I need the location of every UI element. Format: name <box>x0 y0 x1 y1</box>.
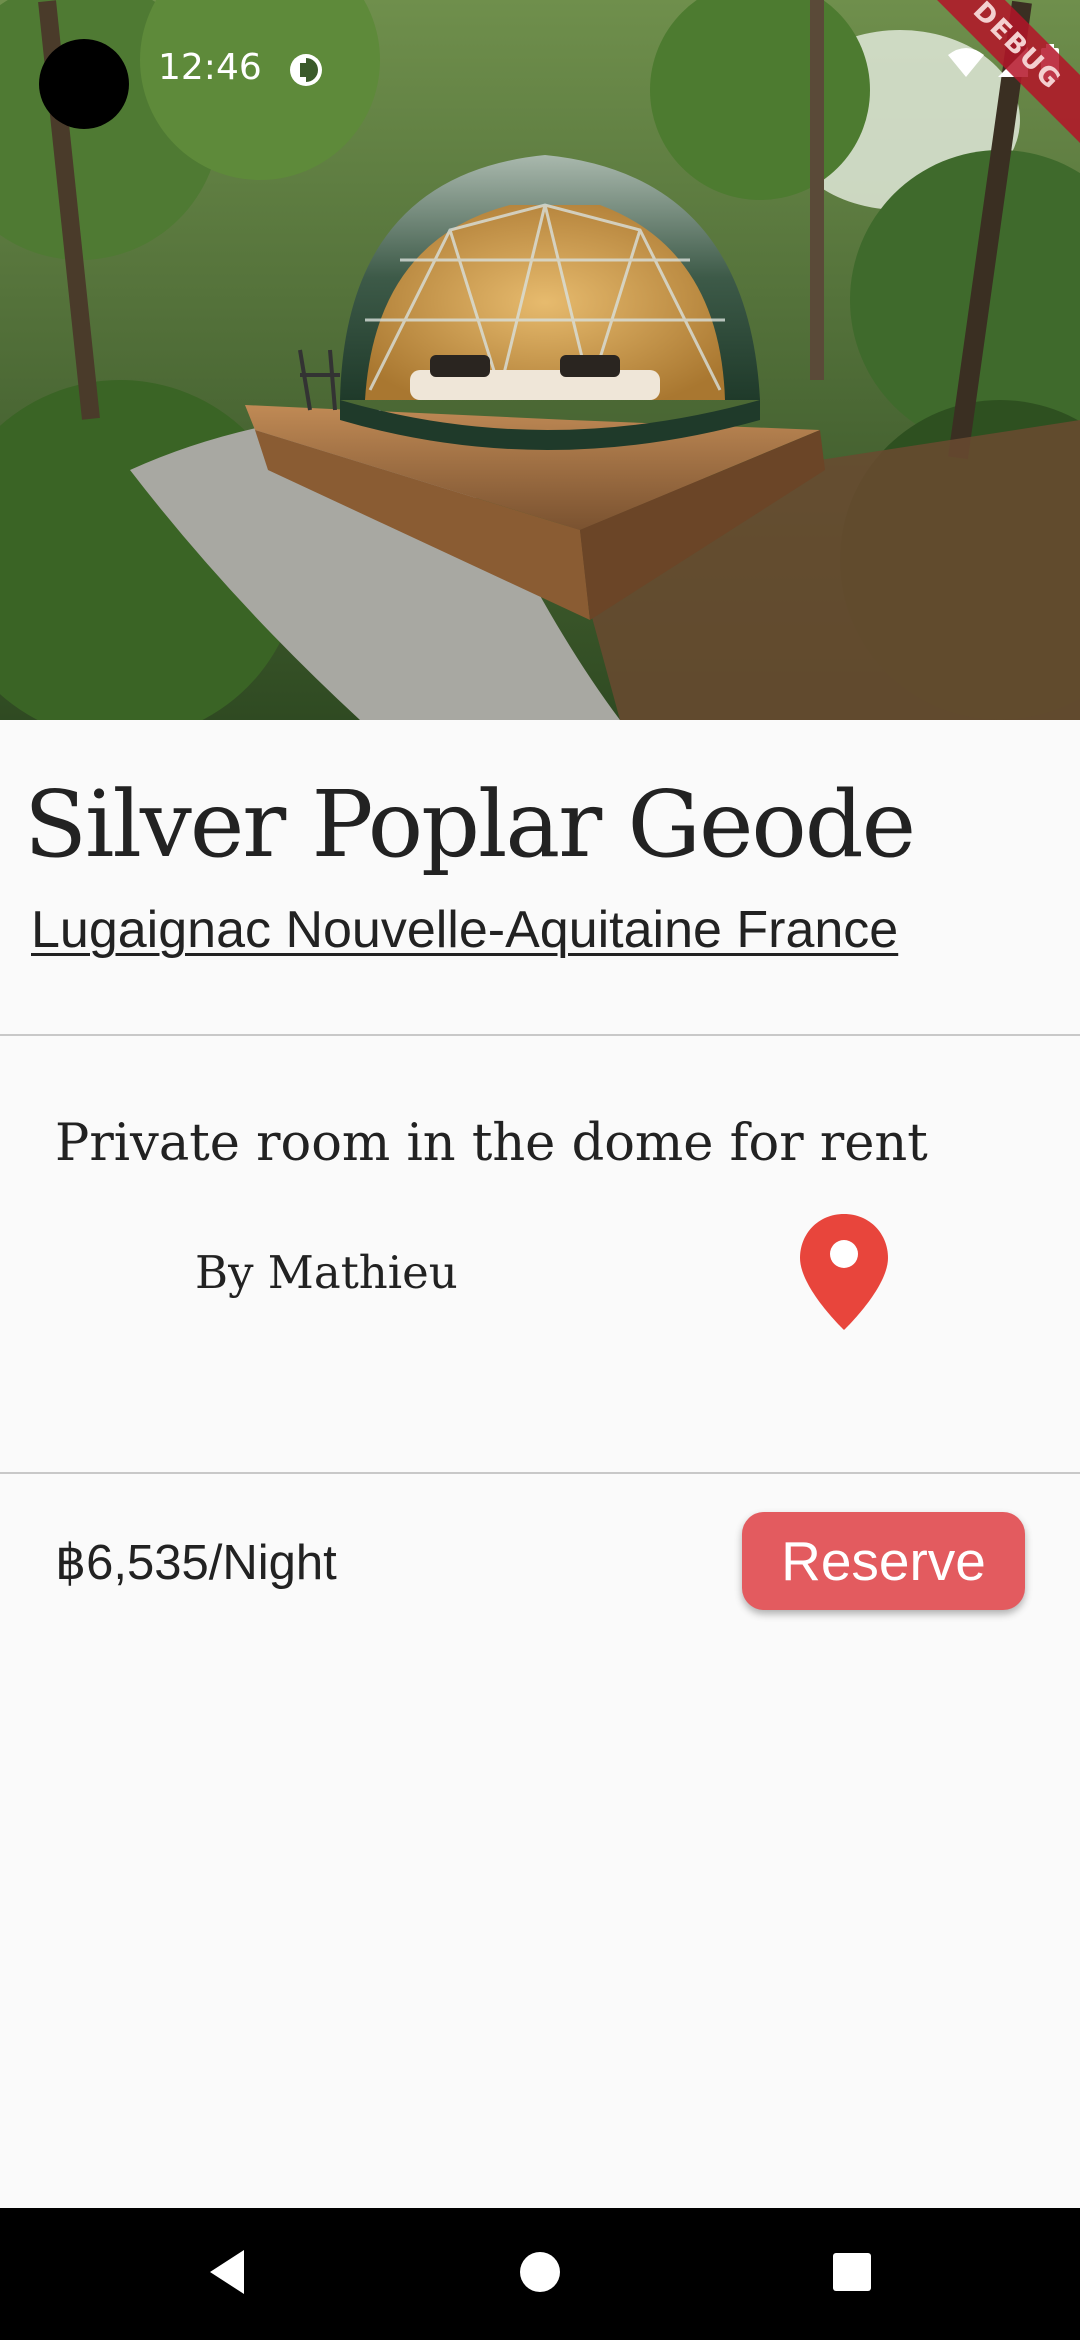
home-icon[interactable] <box>517 2244 563 2300</box>
map-pin-icon[interactable] <box>798 1212 890 1332</box>
system-nav-bar <box>0 2208 1080 2340</box>
wifi-icon <box>948 48 984 77</box>
host-name: By Mathieu <box>195 1246 458 1299</box>
room-description: Private room in the dome for rent <box>55 1114 928 1173</box>
listing-title: Silver Poplar Geode <box>24 771 916 878</box>
status-bar: 12:46 DEBUG <box>0 0 1080 152</box>
price-per-night: ฿6,535/Night <box>55 1536 337 1590</box>
divider <box>0 1034 1080 1036</box>
divider <box>0 1472 1080 1474</box>
recents-icon[interactable] <box>829 2244 875 2300</box>
app-notification-icon <box>290 54 322 86</box>
reserve-button[interactable]: Reserve <box>742 1512 1025 1610</box>
location-link[interactable]: Lugaignac Nouvelle-Aquitaine France <box>31 898 898 962</box>
camera-cutout <box>39 39 129 129</box>
status-time: 12:46 <box>158 47 262 88</box>
back-icon[interactable] <box>204 2244 250 2300</box>
